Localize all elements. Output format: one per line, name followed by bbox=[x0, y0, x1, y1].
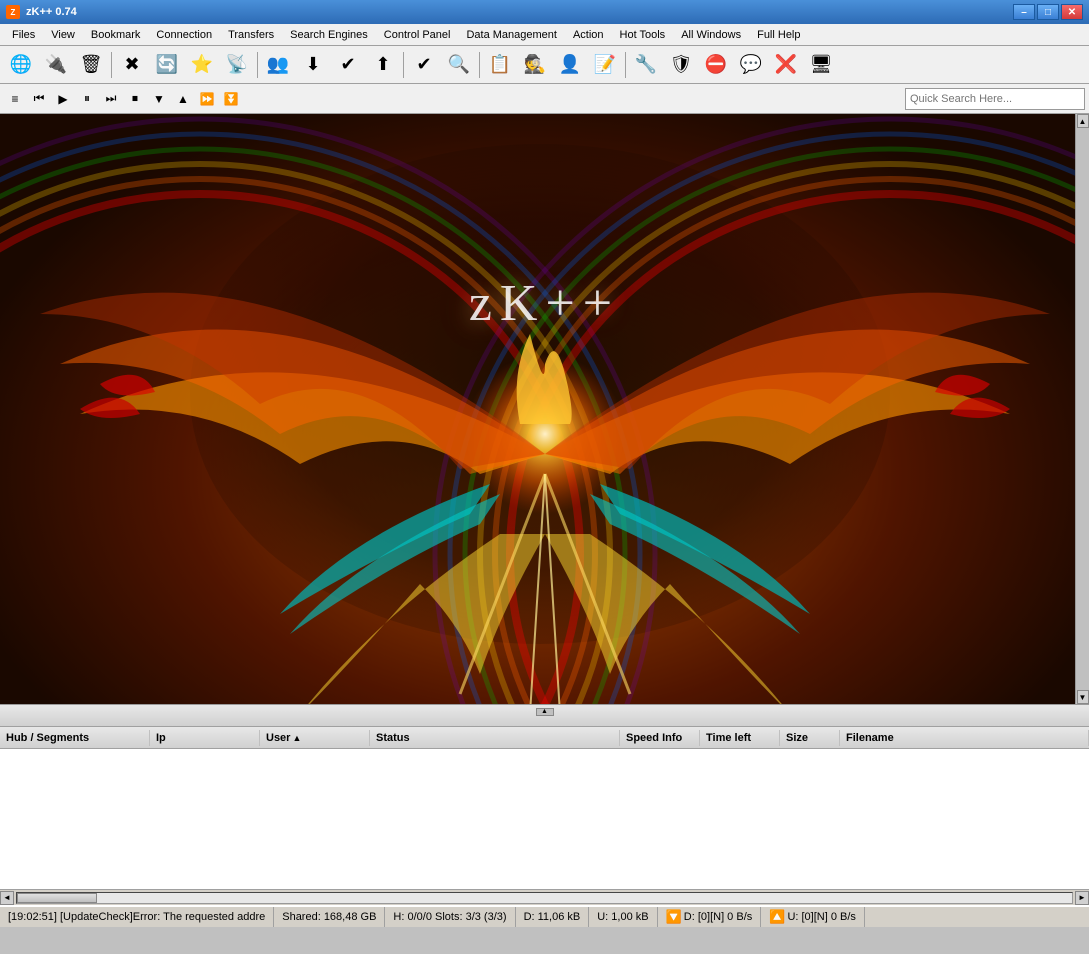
phoenix-background bbox=[0, 114, 1089, 704]
maximize-button[interactable]: □ bbox=[1037, 4, 1059, 20]
title-bar-controls: – □ ✕ bbox=[1013, 4, 1083, 20]
download-speed-icon: 🔽 bbox=[666, 909, 682, 925]
monitor-btn[interactable]: 🖥 bbox=[804, 50, 838, 80]
notes-btn[interactable]: 📝 bbox=[588, 50, 622, 80]
vertical-scrollbar[interactable]: ▲ ▼ bbox=[1075, 114, 1089, 704]
transfer-list: ▲ Hub / Segments Ip User▲ Status Speed I… bbox=[0, 704, 1089, 889]
scroll-down-btn[interactable]: ▼ bbox=[1077, 690, 1089, 704]
play-btn[interactable]: ▶ bbox=[52, 88, 74, 110]
search-btn[interactable]: 🔍 bbox=[442, 50, 476, 80]
menu-item-data-management[interactable]: Data Management bbox=[458, 24, 565, 45]
toolbar-separator-13 bbox=[479, 52, 480, 78]
menu-item-connection[interactable]: Connection bbox=[148, 24, 220, 45]
toolbar-separator-7 bbox=[257, 52, 258, 78]
menu-item-control-panel[interactable]: Control Panel bbox=[376, 24, 459, 45]
shield-btn[interactable]: 🛡 bbox=[664, 50, 698, 80]
expand-transfer-btn[interactable]: ▲ bbox=[536, 708, 554, 716]
tools-btn[interactable]: 🔧 bbox=[629, 50, 663, 80]
col-status[interactable]: Status bbox=[370, 730, 620, 746]
transfer-body bbox=[0, 749, 1089, 889]
status-shared: Shared: 168,48 GB bbox=[274, 907, 385, 927]
prev-btn[interactable]: ⏮ bbox=[28, 88, 50, 110]
toolbar1: 🌐🔌🗑✖🔄⭐📡👥⬇✔⬆✔🔍📋🕵👤📝🔧🛡⛔💬❌🖥 bbox=[0, 46, 1089, 84]
connect-btn[interactable]: 🌐 bbox=[4, 50, 38, 80]
col-user[interactable]: User▲ bbox=[260, 730, 370, 746]
col-file[interactable]: Filename bbox=[840, 730, 1089, 746]
scroll-left-btn[interactable]: ◄ bbox=[0, 891, 14, 905]
check2-btn[interactable]: ✔ bbox=[407, 50, 441, 80]
check-btn[interactable]: ✔ bbox=[331, 50, 365, 80]
status-upload-speed: 🔼 U: [0][N] 0 B/s bbox=[761, 907, 865, 927]
status-log: [19:02:51] [UpdateCheck]Error: The reque… bbox=[0, 907, 274, 927]
col-ip[interactable]: Ip bbox=[150, 730, 260, 746]
skip-fwd-btn[interactable]: ⏩ bbox=[196, 88, 218, 110]
upload-btn[interactable]: ⬆ bbox=[366, 50, 400, 80]
toolbar-separator-3 bbox=[111, 52, 112, 78]
chat-btn[interactable]: 💬 bbox=[734, 50, 768, 80]
next-btn[interactable]: ⏭ bbox=[100, 88, 122, 110]
col-hub-segment[interactable]: Hub / Segments bbox=[0, 730, 150, 746]
menu-item-bookmark[interactable]: Bookmark bbox=[83, 24, 149, 45]
status-hubs: H: 0/0/0 Slots: 3/3 (3/3) bbox=[385, 907, 515, 927]
menu-item-action[interactable]: Action bbox=[565, 24, 612, 45]
scroll-track-h[interactable] bbox=[16, 892, 1073, 904]
close-button[interactable]: ✕ bbox=[1061, 4, 1083, 20]
upload-speed-icon: 🔼 bbox=[769, 909, 785, 925]
app-title: zK++ 0.74 bbox=[26, 6, 77, 18]
status-download: D: 11,06 kB bbox=[516, 907, 590, 927]
app-icon: Z bbox=[6, 5, 20, 19]
fav-btn[interactable]: ⭐ bbox=[185, 50, 219, 80]
title-bar: Z zK++ 0.74 – □ ✕ bbox=[0, 0, 1089, 24]
bottom-scrollbar[interactable]: ◄ ► bbox=[0, 889, 1089, 905]
menu-item-hot-tools[interactable]: Hot Tools bbox=[612, 24, 674, 45]
menu-item-search-engines[interactable]: Search Engines bbox=[282, 24, 376, 45]
menu-item-full-help[interactable]: Full Help bbox=[749, 24, 808, 45]
vol-up-btn[interactable]: ▲ bbox=[172, 88, 194, 110]
col-speed[interactable]: Speed Info bbox=[620, 730, 700, 746]
minimize-button[interactable]: – bbox=[1013, 4, 1035, 20]
menu-item-all-windows[interactable]: All Windows bbox=[673, 24, 749, 45]
transfer-columns-header: Hub / Segments Ip User▲ Status Speed Inf… bbox=[0, 727, 1089, 749]
vol-down-btn[interactable]: ▼ bbox=[148, 88, 170, 110]
users-btn[interactable]: 👥 bbox=[261, 50, 295, 80]
main-content: zK++ ▲ ▼ bbox=[0, 114, 1089, 704]
delete-btn[interactable]: 🗑 bbox=[74, 50, 108, 80]
status-upload: U: 1,00 kB bbox=[589, 907, 657, 927]
scroll-up-btn[interactable]: ▲ bbox=[1077, 114, 1089, 128]
status-bar: [19:02:51] [UpdateCheck]Error: The reque… bbox=[0, 905, 1089, 927]
col-size[interactable]: Size bbox=[780, 730, 840, 746]
title-bar-left: Z zK++ 0.74 bbox=[6, 5, 77, 19]
toolbar2: ≡ ⏮ ▶ ⏸ ⏭ ⏹ ▼ ▲ ⏩ ⏬ bbox=[0, 84, 1089, 114]
menu-item-transfers[interactable]: Transfers bbox=[220, 24, 282, 45]
adduser-btn[interactable]: 👤 bbox=[553, 50, 587, 80]
toolbar-separator-11 bbox=[403, 52, 404, 78]
reconnect-btn[interactable]: 🔄 bbox=[150, 50, 184, 80]
menu-bar: FilesViewBookmarkConnectionTransfersSear… bbox=[0, 24, 1089, 46]
menu-item-files[interactable]: Files bbox=[4, 24, 43, 45]
close2-btn[interactable]: ❌ bbox=[769, 50, 803, 80]
wifi-btn[interactable]: 📡 bbox=[220, 50, 254, 80]
scroll-right-btn[interactable]: ► bbox=[1075, 891, 1089, 905]
download-btn[interactable]: ⬇ bbox=[296, 50, 330, 80]
skip-dn-btn[interactable]: ⏬ bbox=[220, 88, 242, 110]
disconnect-btn[interactable]: 🔌 bbox=[39, 50, 73, 80]
col-time[interactable]: Time left bbox=[700, 730, 780, 746]
spy-btn[interactable]: 🕵 bbox=[518, 50, 552, 80]
scroll-thumb-h[interactable] bbox=[17, 893, 97, 903]
cancel-btn[interactable]: ✖ bbox=[115, 50, 149, 80]
menu-item-view[interactable]: View bbox=[43, 24, 83, 45]
pause-btn[interactable]: ⏸ bbox=[76, 88, 98, 110]
quick-search-input[interactable] bbox=[905, 88, 1085, 110]
media-bar-btn[interactable]: ≡ bbox=[4, 88, 26, 110]
stop-btn[interactable]: ⏹ bbox=[124, 88, 146, 110]
toolbar-separator-17 bbox=[625, 52, 626, 78]
filelist-btn[interactable]: 📋 bbox=[483, 50, 517, 80]
transfer-list-header: ▲ bbox=[0, 705, 1089, 727]
ban-btn[interactable]: ⛔ bbox=[699, 50, 733, 80]
status-download-speed: 🔽 D: [0][N] 0 B/s bbox=[658, 907, 762, 927]
